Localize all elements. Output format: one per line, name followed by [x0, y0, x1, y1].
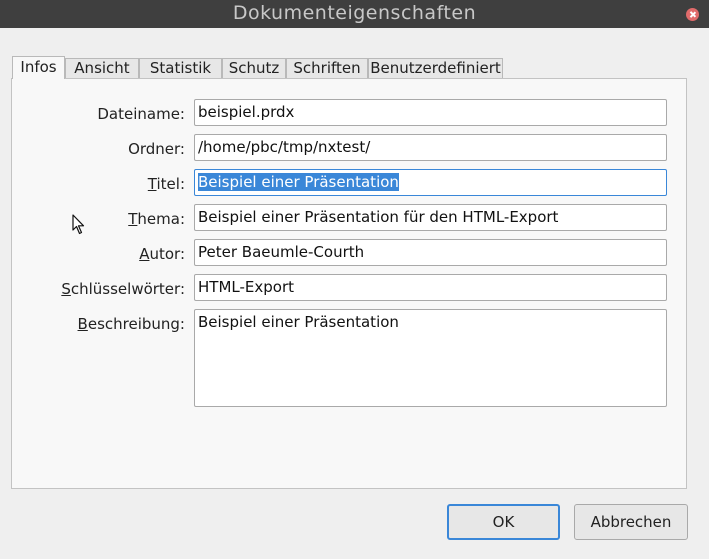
beschreibung-label-mnemonic: B	[77, 315, 88, 333]
cancel-button[interactable]: Abbrechen	[574, 504, 688, 540]
document-properties-dialog: Dokumenteigenschaften Infos Ansicht Stat…	[0, 0, 709, 559]
dateiname-field[interactable]: beispiel.prdx	[194, 99, 667, 126]
autor-label-text: utor:	[149, 245, 185, 263]
autor-field[interactable]: Peter Baeumle-Courth	[194, 239, 667, 266]
tab-schutz[interactable]: Schutz	[222, 58, 286, 78]
close-icon[interactable]	[686, 8, 699, 21]
tab-statistik[interactable]: Statistik	[139, 58, 222, 78]
thema-label: Thema:	[128, 210, 185, 228]
schluesselwoerter-label: Schlüsselwörter:	[61, 280, 185, 298]
autor-label-mnemonic: A	[139, 245, 150, 263]
ordner-label: Ordner:	[128, 140, 185, 158]
tab-benutzerdefiniert[interactable]: Benutzerdefiniert	[368, 58, 503, 78]
ordner-field[interactable]: /home/pbc/tmp/nxtest/	[194, 134, 667, 161]
title-bar[interactable]: Dokumenteigenschaften	[0, 0, 709, 28]
beschreibung-label-text: eschreibung:	[87, 315, 185, 333]
window-title: Dokumenteigenschaften	[232, 2, 477, 24]
dateiname-label: Dateiname:	[97, 105, 185, 123]
thema-label-text: hema:	[137, 210, 185, 228]
tab-infos[interactable]: Infos	[12, 56, 65, 79]
thema-field[interactable]: Beispiel einer Präsentation für den HTML…	[194, 204, 667, 231]
mouse-pointer-icon	[72, 214, 85, 235]
ok-button[interactable]: OK	[447, 504, 560, 540]
autor-label: Autor:	[139, 245, 185, 263]
tab-schriften[interactable]: Schriften	[286, 58, 368, 78]
beschreibung-textarea[interactable]: Beispiel einer Präsentation	[194, 309, 667, 407]
tab-ansicht[interactable]: Ansicht	[65, 58, 139, 78]
titel-field-selection: Beispiel einer Präsentation	[198, 173, 399, 191]
titel-label-text: itel:	[156, 175, 186, 193]
beschreibung-label: Beschreibung:	[78, 315, 185, 333]
titel-label: Titel:	[148, 175, 185, 193]
schluesselwoerter-label-mnemonic: S	[61, 280, 71, 298]
schluesselwoerter-label-text: chlüsselwörter:	[70, 280, 185, 298]
schluesselwoerter-field[interactable]: HTML-Export	[194, 274, 667, 301]
titel-label-mnemonic: T	[147, 175, 157, 193]
titel-field[interactable]: Beispiel einer Präsentation	[194, 169, 667, 196]
